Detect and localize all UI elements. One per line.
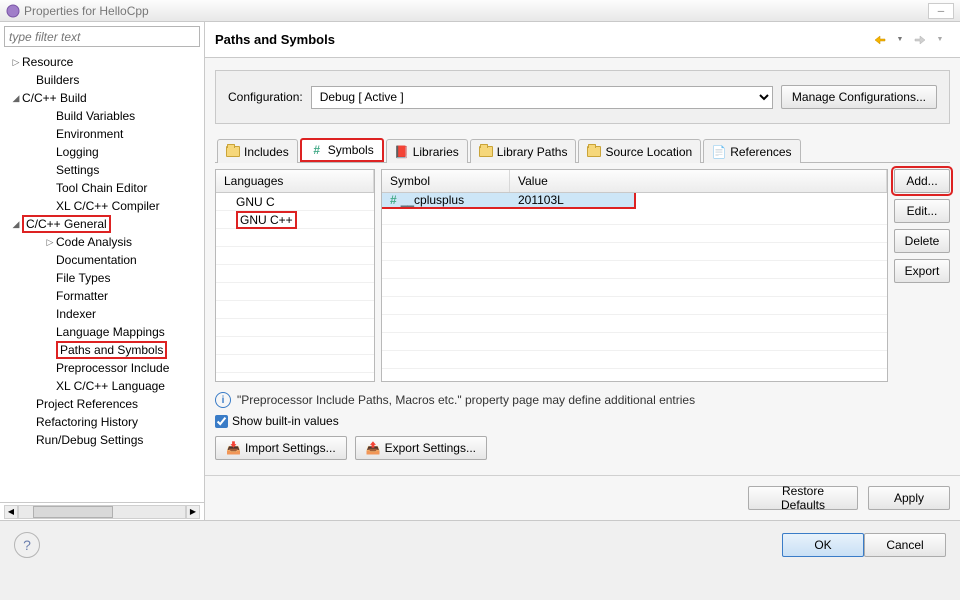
tab-libraries[interactable]: 📕Libraries	[386, 139, 468, 163]
symbols-icon: #	[310, 143, 324, 157]
tab-includes[interactable]: Includes	[217, 139, 298, 163]
languages-table: Languages GNU C GNU C++	[215, 169, 375, 382]
export-icon: 📤	[366, 441, 381, 455]
show-builtin-checkbox[interactable]: Show built-in values	[215, 414, 950, 428]
defaults-row: Restore Defaults Apply	[205, 475, 960, 520]
symbol-row-cplusplus[interactable]: #__cplusplus 201103L	[382, 193, 636, 209]
tab-refs[interactable]: 📄References	[703, 139, 800, 163]
srcloc-icon	[587, 145, 601, 159]
hash-icon: #	[390, 193, 397, 207]
property-tree: ▷Resource Builders ◢C/C++ Build Build Va…	[0, 51, 204, 502]
forward-icon[interactable]	[911, 31, 929, 49]
tables-area: Languages GNU C GNU C++ Symbol Value	[215, 169, 950, 382]
tree-filetypes[interactable]: File Types	[44, 269, 204, 287]
tree-builders[interactable]: Builders	[24, 71, 204, 89]
delete-button[interactable]: Delete	[894, 229, 950, 253]
export-button[interactable]: Export	[894, 259, 950, 283]
tree-rundebug[interactable]: Run/Debug Settings	[24, 431, 204, 449]
value-header: Value	[510, 170, 887, 192]
tree-xllang[interactable]: XL C/C++ Language	[44, 377, 204, 395]
minimize-button[interactable]: ─	[928, 3, 954, 19]
tree-resource[interactable]: ▷Resource	[10, 53, 204, 71]
import-icon: 📥	[226, 441, 241, 455]
tree-env[interactable]: Environment	[44, 125, 204, 143]
tree-logging[interactable]: Logging	[44, 143, 204, 161]
tree-langmap[interactable]: Language Mappings	[44, 323, 204, 341]
tree-formatter[interactable]: Formatter	[44, 287, 204, 305]
tab-libpaths[interactable]: Library Paths	[470, 139, 577, 163]
left-pane: ▷Resource Builders ◢C/C++ Build Build Va…	[0, 22, 205, 520]
page-title: Paths and Symbols	[215, 32, 335, 47]
help-button[interactable]: ?	[14, 532, 40, 558]
show-builtin-input[interactable]	[215, 415, 228, 428]
tree-ccbuild[interactable]: ◢C/C++ Build	[10, 89, 204, 107]
tree-codeanalysis[interactable]: ▷Code Analysis	[44, 233, 204, 251]
content-area: Configuration: Debug [ Active ] Manage C…	[205, 58, 960, 475]
edit-button[interactable]: Edit...	[894, 199, 950, 223]
tree-preproc[interactable]: Preprocessor Include	[44, 359, 204, 377]
tree-xlcomp[interactable]: XL C/C++ Compiler	[44, 197, 204, 215]
tree-documentation[interactable]: Documentation	[44, 251, 204, 269]
back-menu-icon[interactable]: ▼	[891, 31, 909, 49]
apply-button[interactable]: Apply	[868, 486, 950, 510]
page-header: Paths and Symbols ▼ ▼	[205, 22, 960, 58]
tree-projrefs[interactable]: Project References	[24, 395, 204, 413]
ok-button[interactable]: OK	[782, 533, 864, 557]
config-label: Configuration:	[228, 90, 303, 104]
scroll-left-icon[interactable]: ◀	[4, 505, 18, 519]
right-pane: Paths and Symbols ▼ ▼ Configuration: Deb…	[205, 22, 960, 520]
filter-input[interactable]	[4, 26, 200, 47]
forward-menu-icon[interactable]: ▼	[931, 31, 949, 49]
tabs: Includes #Symbols 📕Libraries Library Pat…	[215, 138, 950, 163]
tree-buildvars[interactable]: Build Variables	[44, 107, 204, 125]
add-button[interactable]: Add...	[894, 169, 950, 193]
back-icon[interactable]	[871, 31, 889, 49]
lang-header: Languages	[216, 170, 374, 192]
info-icon: i	[215, 392, 231, 408]
refs-icon: 📄	[712, 145, 726, 159]
config-select[interactable]: Debug [ Active ]	[311, 86, 773, 109]
lang-row-gnucpp[interactable]: GNU C++	[216, 211, 374, 229]
bottom-bar: ? OK Cancel	[0, 520, 960, 568]
export-settings-button[interactable]: 📤Export Settings...	[355, 436, 487, 460]
tree-indexer[interactable]: Indexer	[44, 305, 204, 323]
tab-symbols[interactable]: #Symbols	[300, 138, 384, 162]
manage-config-button[interactable]: Manage Configurations...	[781, 85, 937, 109]
restore-defaults-button[interactable]: Restore Defaults	[748, 486, 858, 510]
lang-row-gnuc[interactable]: GNU C	[216, 193, 374, 211]
tree-settings[interactable]: Settings	[44, 161, 204, 179]
tree-toolchain[interactable]: Tool Chain Editor	[44, 179, 204, 197]
main-area: ▷Resource Builders ◢C/C++ Build Build Va…	[0, 22, 960, 520]
side-buttons: Add... Edit... Delete Export	[894, 169, 950, 382]
tree-refhist[interactable]: Refactoring History	[24, 413, 204, 431]
tree-hscroll[interactable]: ◀ ▶	[0, 502, 204, 520]
libraries-icon: 📕	[395, 145, 409, 159]
import-export-row: 📥Import Settings... 📤Export Settings...	[215, 436, 950, 460]
import-settings-button[interactable]: 📥Import Settings...	[215, 436, 347, 460]
tree-paths[interactable]: Paths and Symbols	[44, 341, 204, 359]
scroll-right-icon[interactable]: ▶	[186, 505, 200, 519]
window-title: Properties for HelloCpp	[24, 4, 149, 18]
title-bar: Properties for HelloCpp ─	[0, 0, 960, 22]
tree-ccgeneral[interactable]: ◢C/C++ General	[10, 215, 204, 233]
libpaths-icon	[479, 145, 493, 159]
info-text: "Preprocessor Include Paths, Macros etc.…	[237, 393, 695, 407]
symbols-table: Symbol Value #__cplusplus 201103L	[381, 169, 888, 382]
cancel-button[interactable]: Cancel	[864, 533, 946, 557]
tab-srcloc[interactable]: Source Location	[578, 139, 701, 163]
config-row: Configuration: Debug [ Active ] Manage C…	[215, 70, 950, 124]
info-line: i "Preprocessor Include Paths, Macros et…	[215, 392, 950, 408]
symbol-header: Symbol	[382, 170, 510, 192]
includes-icon	[226, 145, 240, 159]
app-icon	[6, 4, 20, 18]
